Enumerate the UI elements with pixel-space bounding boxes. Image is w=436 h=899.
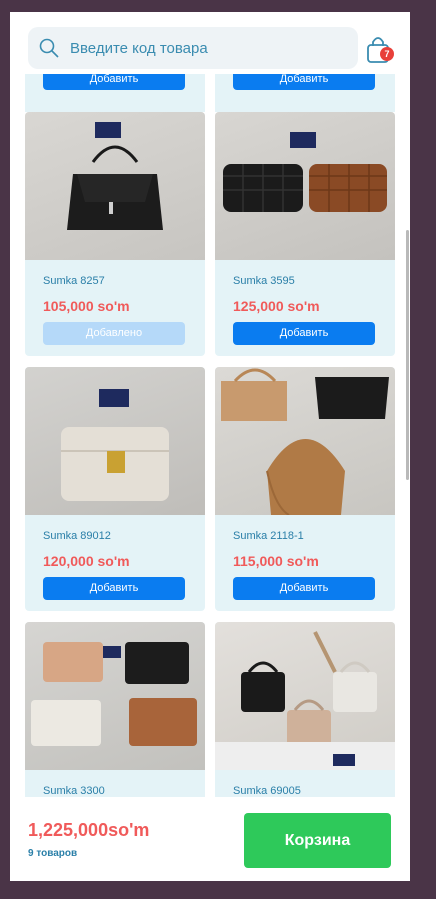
header: 7 [10,12,410,74]
product-card[interactable]: Sumka 3595 125,000 so'm Добавить [215,112,395,356]
scrollbar[interactable] [406,230,409,480]
product-code: Sumka 2118-1 [233,530,304,542]
product-price: 115,000 so'm [233,553,319,569]
bag-illustration [215,631,395,770]
product-code: Sumka 3595 [233,275,295,287]
add-button[interactable]: Добавить [233,322,375,345]
product-image [215,367,395,516]
footer: 1,225,000so'm 9 товаров Корзина [10,797,410,881]
added-button[interactable]: Добавлено [43,322,185,345]
product-image [25,367,205,515]
product-image [215,622,395,770]
app-window: Добавить Добавить Sumka 8257 105,000 so'… [10,12,410,881]
product-price: 105,000 so'm [43,298,130,314]
product-image [25,622,205,770]
bag-illustration [221,368,389,516]
product-grid[interactable]: Добавить Добавить Sumka 8257 105,000 so'… [10,12,410,881]
product-card-partial: Добавить [25,74,205,112]
cart-count-badge: 7 [380,47,394,61]
bag-illustration [67,122,163,230]
product-card[interactable]: Sumka 2118-1 115,000 so'm Добавить [215,367,395,611]
product-code: Sumka 3300 [43,785,105,797]
cart-checkout-button[interactable]: Корзина [244,813,391,868]
product-price: 125,000 so'm [233,298,320,314]
product-code: Sumka 69005 [233,785,301,797]
search-icon [39,38,59,58]
add-button[interactable]: Добавить [43,74,185,90]
product-code: Sumka 89012 [43,530,111,542]
add-button[interactable]: Добавить [43,577,185,600]
cart-total: 1,225,000so'm [28,820,150,840]
item-count: 9 товаров [28,848,78,859]
product-code: Sumka 8257 [43,275,105,287]
product-image [215,112,395,260]
product-card[interactable]: Sumka 8257 105,000 so'm Добавлено [25,112,205,356]
product-card-partial: Добавить [215,74,395,112]
bag-illustration [31,642,197,746]
add-button[interactable]: Добавить [233,577,375,600]
bag-illustration [61,389,169,501]
search-bar[interactable] [28,27,358,69]
add-button[interactable]: Добавить [233,74,375,90]
product-image [25,112,205,260]
product-card[interactable]: Sumka 89012 120,000 so'm Добавить [25,367,205,611]
product-price: 120,000 so'm [43,553,130,569]
bag-illustration [223,132,387,212]
search-input[interactable] [70,39,340,57]
